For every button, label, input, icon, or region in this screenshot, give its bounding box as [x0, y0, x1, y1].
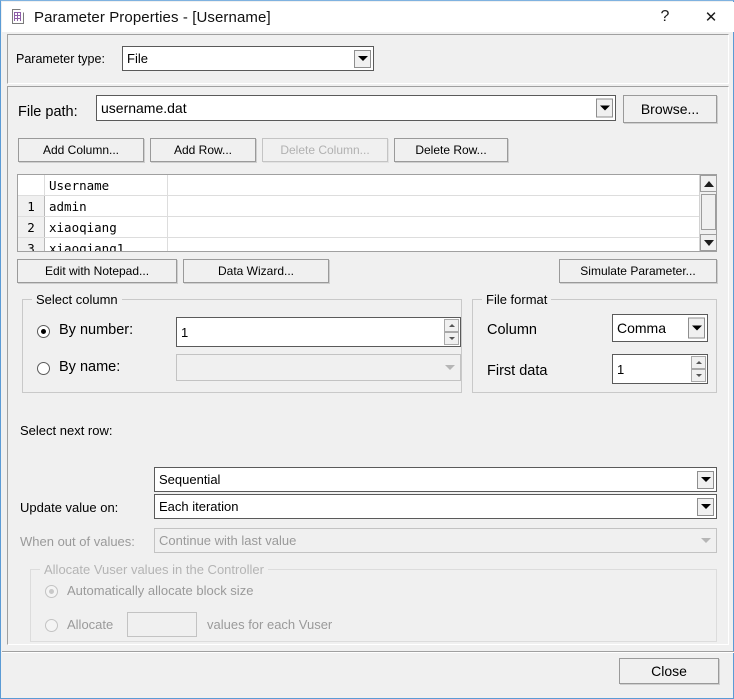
title-bar-buttons: ? ✕ — [642, 2, 734, 32]
select-column-group: Select column By number: 1 By name: — [22, 292, 462, 393]
table-row[interactable]: 2 xiaoqiang — [18, 216, 716, 238]
file-path-value: username.dat — [101, 100, 187, 116]
scroll-up-icon[interactable] — [700, 175, 716, 192]
parameter-type-value: File — [127, 51, 148, 66]
chevron-down-icon[interactable] — [596, 98, 613, 118]
when-out-of-values-combo: Continue with last value — [154, 528, 717, 553]
first-data-stepper[interactable] — [691, 356, 706, 382]
first-data-value: 1 — [617, 361, 625, 377]
simulate-parameter-button[interactable]: Simulate Parameter... — [559, 259, 717, 283]
select-next-row-combo[interactable]: Sequential — [154, 467, 717, 492]
by-number-value: 1 — [181, 324, 189, 340]
by-name-label: By name: — [59, 359, 121, 375]
chevron-down-icon[interactable] — [354, 49, 371, 68]
select-column-title: Select column — [32, 292, 122, 307]
chevron-down-icon[interactable] — [688, 317, 705, 339]
by-name-combo — [176, 354, 461, 381]
by-number-input[interactable]: 1 — [176, 317, 461, 347]
data-table: Username 1 admin 2 xiaoqiang 3 xiaoqiang… — [18, 175, 716, 251]
parameter-data-grid[interactable]: Username 1 admin 2 xiaoqiang 3 xiaoqiang… — [17, 174, 717, 252]
cell-filler — [167, 195, 716, 217]
edit-with-notepad-button[interactable]: Edit with Notepad... — [17, 259, 177, 283]
chevron-down-icon[interactable] — [697, 470, 714, 489]
allocate-suffix-label: values for each Vuser — [207, 617, 333, 632]
column-delimiter-combo[interactable]: Comma — [612, 314, 708, 342]
file-path-label: File path: — [18, 104, 78, 120]
column-header-username[interactable]: Username — [44, 175, 168, 196]
when-out-of-values-label: When out of values: — [20, 534, 135, 549]
select-next-row-label: Select next row: — [20, 423, 113, 438]
cell-filler — [167, 237, 716, 251]
chevron-down-icon — [697, 532, 714, 550]
column-delimiter-value: Comma — [617, 320, 667, 336]
file-path-combo[interactable]: username.dat — [96, 95, 616, 121]
cell-username[interactable]: xiaoqiang — [44, 216, 168, 238]
cell-username[interactable]: admin — [44, 195, 168, 217]
title-bar: Parameter Properties - [Username] ? ✕ — [2, 2, 734, 32]
add-column-button[interactable]: Add Column... — [18, 138, 144, 162]
window-title: Parameter Properties - [Username] — [34, 8, 271, 26]
grid-vertical-scrollbar[interactable] — [699, 175, 716, 251]
parameter-properties-window: Parameter Properties - [Username] ? ✕ Pa… — [0, 0, 734, 699]
close-button[interactable]: Close — [619, 658, 719, 684]
update-value-on-label: Update value on: — [20, 500, 119, 515]
chevron-down-icon — [441, 358, 458, 378]
cell-filler — [167, 216, 716, 238]
manual-allocate-radio — [45, 619, 58, 632]
add-row-button[interactable]: Add Row... — [150, 138, 256, 162]
by-number-label: By number: — [59, 322, 134, 338]
delete-row-button[interactable]: Delete Row... — [394, 138, 508, 162]
row-number[interactable]: 3 — [18, 237, 45, 251]
chevron-down-icon[interactable] — [697, 497, 714, 516]
table-header-row: Username — [18, 175, 716, 196]
file-format-title: File format — [482, 292, 552, 307]
close-icon[interactable]: ✕ — [688, 2, 734, 32]
table-row[interactable]: 1 admin — [18, 195, 716, 217]
row-number[interactable]: 2 — [18, 216, 45, 238]
allocate-vuser-title: Allocate Vuser values in the Controller — [40, 562, 268, 577]
row-number[interactable]: 1 — [18, 195, 45, 217]
help-button[interactable]: ? — [642, 2, 688, 32]
data-wizard-button[interactable]: Data Wizard... — [183, 259, 329, 283]
browse-button[interactable]: Browse... — [623, 95, 717, 123]
allocate-values-input — [127, 612, 197, 637]
column-format-label: Column — [487, 322, 537, 338]
parameter-type-panel: Parameter type: File — [7, 34, 729, 84]
by-number-stepper[interactable] — [444, 319, 459, 345]
update-value-on-value: Each iteration — [159, 499, 239, 514]
parameter-type-label: Parameter type: — [16, 52, 105, 66]
header-corner-cell — [18, 175, 45, 196]
by-name-radio[interactable] — [37, 362, 50, 375]
cell-username[interactable]: xiaoqiang1 — [44, 237, 168, 251]
scroll-down-icon[interactable] — [700, 234, 716, 251]
manual-allocate-label: Allocate — [67, 617, 114, 632]
by-number-radio[interactable] — [37, 325, 50, 338]
auto-allocate-radio — [45, 585, 58, 598]
table-row[interactable]: 3 xiaoqiang1 — [18, 237, 716, 251]
select-next-row-value: Sequential — [159, 472, 221, 487]
stepper-down-icon[interactable] — [691, 369, 706, 382]
footer-divider — [2, 651, 734, 653]
scrollbar-thumb[interactable] — [701, 194, 716, 230]
stepper-down-icon[interactable] — [444, 332, 459, 345]
when-out-of-values-value: Continue with last value — [159, 533, 297, 548]
allocate-vuser-group: Allocate Vuser values in the Controller … — [30, 562, 717, 642]
update-value-on-combo[interactable]: Each iteration — [154, 494, 717, 519]
parameter-type-combo[interactable]: File — [122, 46, 374, 71]
auto-allocate-label: Automatically allocate block size — [67, 583, 254, 598]
parameter-file-icon — [11, 9, 27, 25]
stepper-up-icon[interactable] — [691, 356, 706, 369]
delete-column-button: Delete Column... — [262, 138, 388, 162]
stepper-up-icon[interactable] — [444, 319, 459, 332]
first-data-label: First data — [487, 363, 548, 379]
column-header-filler — [167, 175, 716, 196]
main-panel: File path: username.dat Browse... Add Co… — [7, 86, 729, 645]
file-format-group: File format Column Comma First data 1 — [472, 292, 717, 393]
